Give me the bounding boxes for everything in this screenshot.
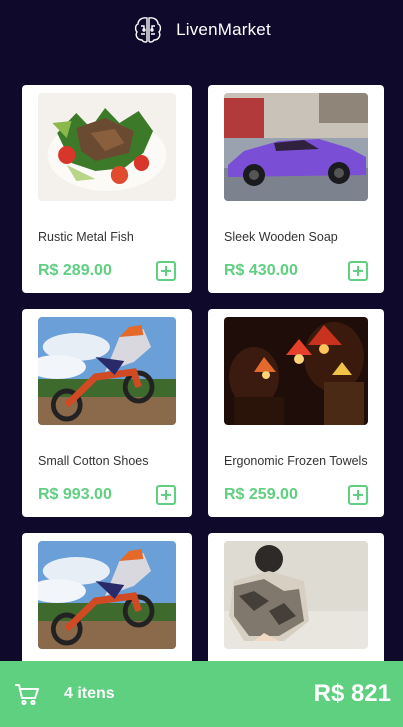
app-title: LivenMarket bbox=[176, 20, 271, 39]
add-to-cart-button[interactable] bbox=[156, 485, 176, 505]
cart-total: R$ 821 bbox=[313, 680, 391, 707]
add-to-cart-button[interactable] bbox=[348, 485, 368, 505]
product-grid: Rustic Metal Fish R$ 289.00 Sleek Wooden… bbox=[22, 85, 384, 727]
product-name: Small Cotton Shoes bbox=[38, 454, 149, 468]
app-header: LivenMarket bbox=[0, 0, 403, 60]
product-price: R$ 993.00 bbox=[38, 486, 112, 503]
product-card[interactable]: Sleek Wooden Soap R$ 430.00 bbox=[208, 85, 384, 293]
product-image bbox=[38, 541, 176, 649]
product-price: R$ 289.00 bbox=[38, 262, 112, 279]
product-image bbox=[38, 93, 176, 201]
product-image bbox=[224, 317, 368, 425]
cart-bar[interactable]: 4 itens R$ 821 bbox=[0, 661, 403, 727]
product-price: R$ 259.00 bbox=[224, 486, 298, 503]
cart-item-count: 4 itens bbox=[64, 685, 115, 702]
product-footer: R$ 430.00 bbox=[224, 261, 368, 281]
product-price: R$ 430.00 bbox=[224, 262, 298, 279]
add-to-cart-button[interactable] bbox=[156, 261, 176, 281]
product-card[interactable]: Ergonomic Frozen Towels R$ 259.00 bbox=[208, 309, 384, 517]
product-card[interactable]: Small Cotton Shoes R$ 993.00 bbox=[22, 309, 192, 517]
product-name: Rustic Metal Fish bbox=[38, 230, 134, 244]
cart-icon bbox=[15, 684, 39, 706]
product-image bbox=[224, 93, 368, 201]
product-footer: R$ 289.00 bbox=[38, 261, 176, 281]
product-image bbox=[224, 541, 368, 649]
product-footer: R$ 993.00 bbox=[38, 485, 176, 505]
product-footer: R$ 259.00 bbox=[224, 485, 368, 505]
product-name: Ergonomic Frozen Towels bbox=[224, 454, 368, 468]
product-name: Sleek Wooden Soap bbox=[224, 230, 338, 244]
add-to-cart-button[interactable] bbox=[348, 261, 368, 281]
brain-icon bbox=[135, 17, 162, 43]
product-image bbox=[38, 317, 176, 425]
product-card[interactable]: Rustic Metal Fish R$ 289.00 bbox=[22, 85, 192, 293]
